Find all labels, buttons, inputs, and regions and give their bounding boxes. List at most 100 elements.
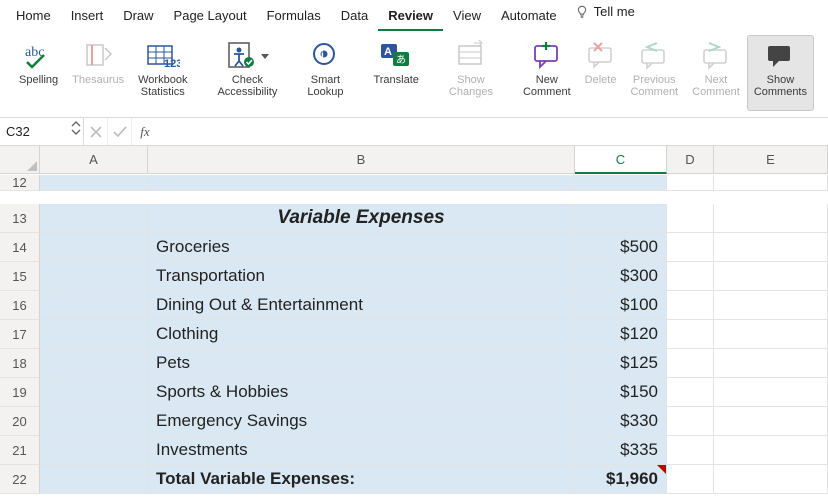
row-header[interactable]: 13: [0, 204, 40, 233]
cell[interactable]: [667, 436, 714, 465]
cell[interactable]: [575, 204, 667, 233]
expense-label[interactable]: Pets: [148, 349, 575, 378]
cell[interactable]: [714, 204, 828, 233]
workbook-stats-button[interactable]: 123 WorkbookStatistics: [131, 35, 194, 111]
row-header[interactable]: 15: [0, 262, 40, 291]
col-header-a[interactable]: A: [40, 146, 148, 174]
tab-insert[interactable]: Insert: [61, 4, 114, 29]
spelling-button[interactable]: abc Spelling: [12, 35, 65, 111]
row-header[interactable]: 17: [0, 320, 40, 349]
spreadsheet-grid[interactable]: A B C D E 12 13 Variable Expenses 14 Gro…: [0, 146, 828, 494]
previous-comment-button[interactable]: PreviousComment: [623, 35, 685, 111]
smart-lookup-button[interactable]: i SmartLookup: [300, 35, 350, 111]
cell[interactable]: [40, 291, 148, 320]
tab-data[interactable]: Data: [331, 4, 378, 29]
cell[interactable]: [667, 291, 714, 320]
translate-button[interactable]: Aあ Translate: [366, 35, 425, 111]
tab-home[interactable]: Home: [6, 4, 61, 29]
col-header-c[interactable]: C: [575, 146, 667, 174]
cell[interactable]: [40, 175, 148, 191]
expense-label[interactable]: Investments: [148, 436, 575, 465]
cell[interactable]: [40, 233, 148, 262]
cell[interactable]: [667, 233, 714, 262]
cell[interactable]: [667, 175, 714, 191]
total-amount[interactable]: $1,960: [575, 465, 667, 494]
show-comments-button[interactable]: ShowComments: [747, 35, 814, 111]
tab-automate[interactable]: Automate: [491, 4, 567, 29]
cell[interactable]: [40, 436, 148, 465]
cell[interactable]: [714, 465, 828, 494]
cell[interactable]: [714, 436, 828, 465]
cell[interactable]: [667, 204, 714, 233]
cell[interactable]: [714, 378, 828, 407]
row-header[interactable]: 19: [0, 378, 40, 407]
tab-formulas[interactable]: Formulas: [257, 4, 331, 29]
cell[interactable]: [667, 378, 714, 407]
cell[interactable]: [40, 349, 148, 378]
cell[interactable]: [667, 407, 714, 436]
row-header[interactable]: 16: [0, 291, 40, 320]
expense-label[interactable]: Dining Out & Entertainment: [148, 291, 575, 320]
expense-label[interactable]: Transportation: [148, 262, 575, 291]
expense-amount[interactable]: $150: [575, 378, 667, 407]
name-box-spinner[interactable]: [71, 120, 81, 136]
tab-page-layout[interactable]: Page Layout: [164, 4, 257, 29]
expense-label[interactable]: Clothing: [148, 320, 575, 349]
delete-comment-button[interactable]: Delete: [578, 35, 624, 111]
cell[interactable]: [667, 320, 714, 349]
new-comment-button[interactable]: NewComment: [516, 35, 578, 111]
name-box[interactable]: C32: [0, 118, 84, 145]
cell[interactable]: [667, 262, 714, 291]
cell[interactable]: [714, 407, 828, 436]
next-comment-button[interactable]: NextComment: [685, 35, 747, 111]
cell[interactable]: [714, 175, 828, 191]
cell[interactable]: [714, 349, 828, 378]
cell[interactable]: [148, 175, 575, 191]
expense-label[interactable]: Sports & Hobbies: [148, 378, 575, 407]
cell[interactable]: [40, 378, 148, 407]
row-header[interactable]: 21: [0, 436, 40, 465]
cell[interactable]: [40, 465, 148, 494]
expense-label[interactable]: Emergency Savings: [148, 407, 575, 436]
row-header[interactable]: 12: [0, 175, 40, 191]
formula-accept-button[interactable]: [108, 118, 132, 145]
tab-review[interactable]: Review: [378, 4, 443, 31]
cell[interactable]: [714, 291, 828, 320]
check-accessibility-button[interactable]: CheckAccessibility: [210, 35, 284, 111]
cell[interactable]: [40, 204, 148, 233]
thesaurus-button[interactable]: Thesaurus: [65, 35, 131, 111]
formula-input[interactable]: [158, 118, 828, 145]
col-header-d[interactable]: D: [667, 146, 714, 174]
cell[interactable]: [667, 349, 714, 378]
col-header-e[interactable]: E: [714, 146, 828, 174]
cell[interactable]: [575, 175, 667, 191]
cell[interactable]: [40, 262, 148, 291]
expense-amount[interactable]: $120: [575, 320, 667, 349]
fx-icon[interactable]: fx: [132, 118, 158, 145]
tab-draw[interactable]: Draw: [113, 4, 163, 29]
section-title[interactable]: Variable Expenses: [148, 204, 575, 233]
row-header[interactable]: 22: [0, 465, 40, 494]
expense-amount[interactable]: $335: [575, 436, 667, 465]
cell[interactable]: [714, 262, 828, 291]
expense-amount[interactable]: $300: [575, 262, 667, 291]
expense-amount[interactable]: $330: [575, 407, 667, 436]
show-changes-button[interactable]: ShowChanges: [442, 35, 500, 111]
formula-cancel-button[interactable]: [84, 118, 108, 145]
tell-me[interactable]: Tell me: [575, 4, 635, 19]
expense-amount[interactable]: $125: [575, 349, 667, 378]
cell[interactable]: [667, 465, 714, 494]
expense-amount[interactable]: $100: [575, 291, 667, 320]
cell[interactable]: [714, 320, 828, 349]
col-header-b[interactable]: B: [148, 146, 575, 174]
cell[interactable]: [40, 407, 148, 436]
cell[interactable]: [40, 320, 148, 349]
expense-amount[interactable]: $500: [575, 233, 667, 262]
row-header[interactable]: 14: [0, 233, 40, 262]
tab-view[interactable]: View: [443, 4, 491, 29]
row-header[interactable]: 20: [0, 407, 40, 436]
select-all-corner[interactable]: [0, 146, 40, 174]
total-label[interactable]: Total Variable Expenses:: [148, 465, 575, 494]
row-header[interactable]: 18: [0, 349, 40, 378]
expense-label[interactable]: Groceries: [148, 233, 575, 262]
